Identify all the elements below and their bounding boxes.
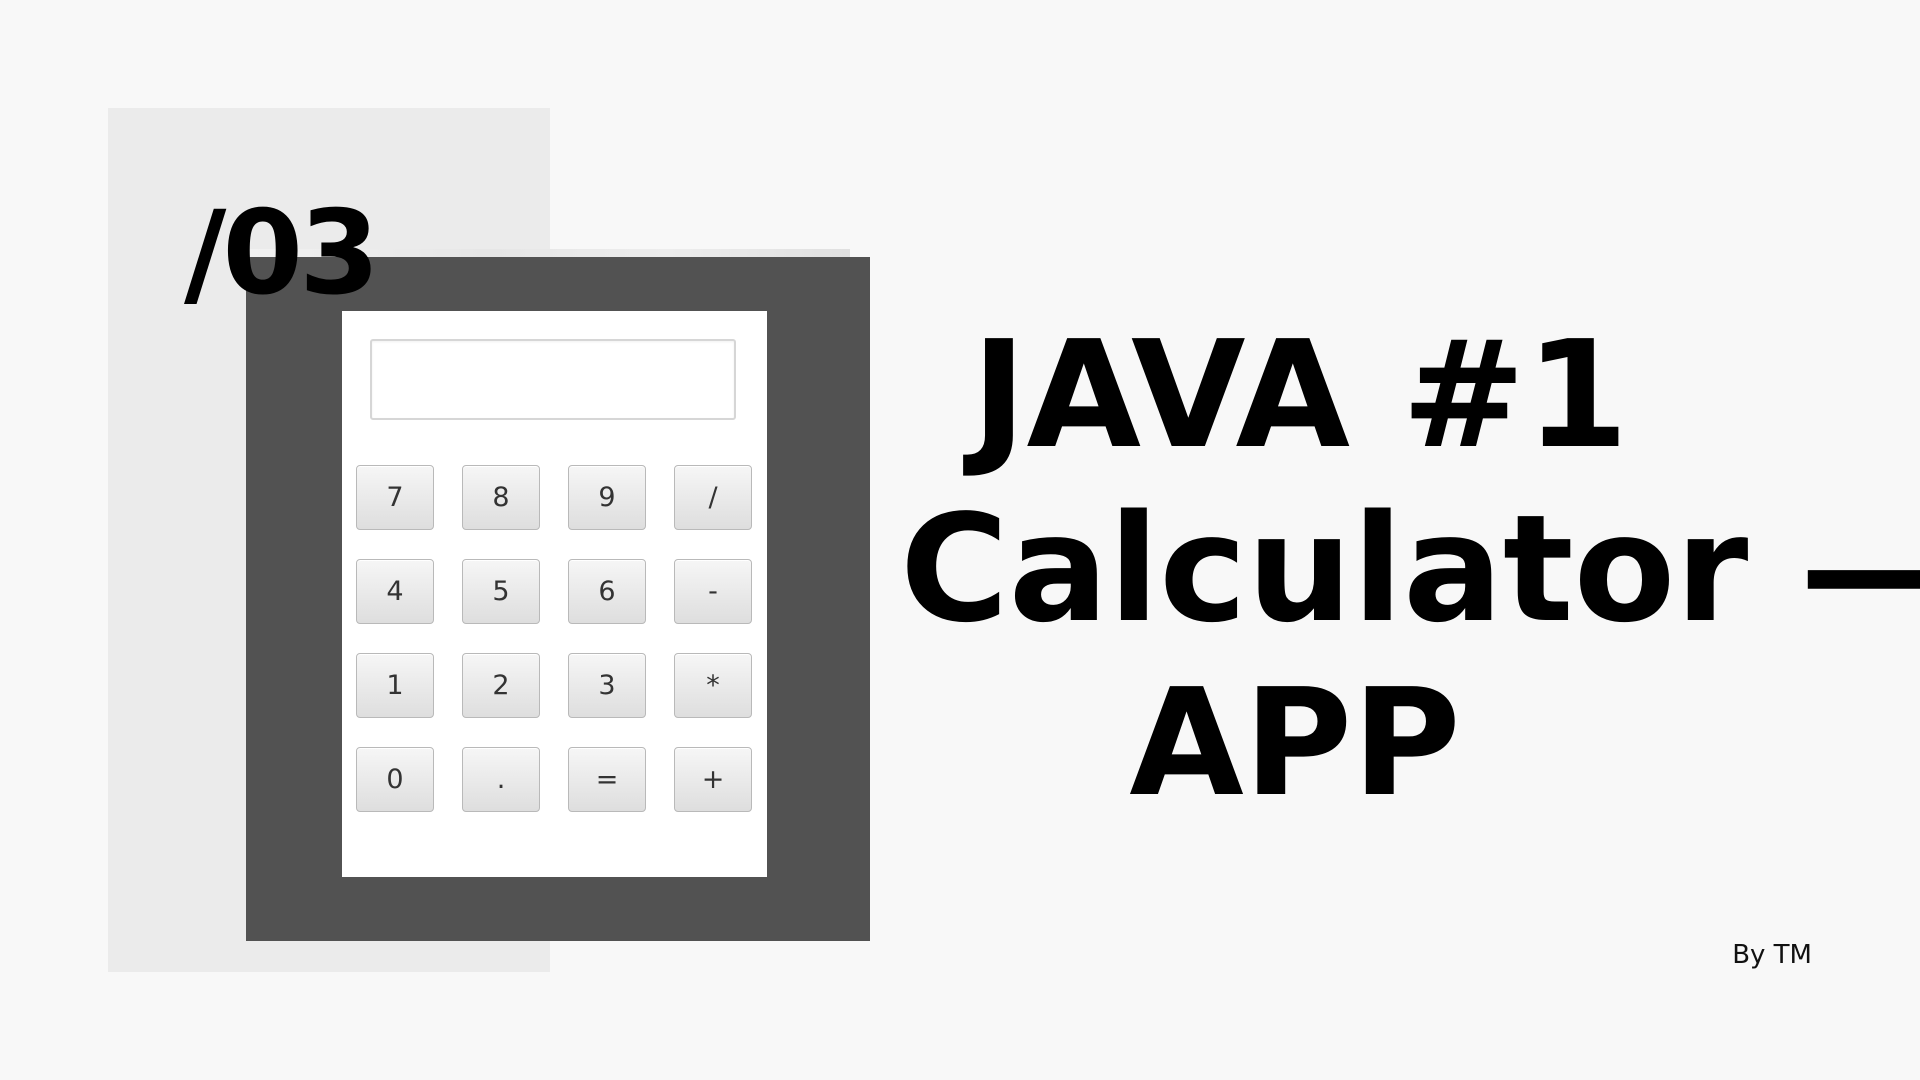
title-line-1: JAVA #1 xyxy=(971,309,1629,481)
key-subtract[interactable]: - xyxy=(674,559,752,624)
key-1[interactable]: 1 xyxy=(356,653,434,718)
calculator-display[interactable] xyxy=(370,339,736,420)
calculator-window: 7 8 9 / 4 5 6 - 1 2 3 * 0 . = + xyxy=(342,311,767,877)
key-8[interactable]: 8 xyxy=(462,465,540,530)
key-6[interactable]: 6 xyxy=(568,559,646,624)
key-4[interactable]: 4 xyxy=(356,559,434,624)
slide-title: JAVA #1 Calculator — APP xyxy=(860,308,1920,830)
calculator-keypad: 7 8 9 / 4 5 6 - 1 2 3 * 0 . = + xyxy=(356,465,753,812)
key-7[interactable]: 7 xyxy=(356,465,434,530)
key-3[interactable]: 3 xyxy=(568,653,646,718)
section-number: /03 xyxy=(184,186,380,321)
key-2[interactable]: 2 xyxy=(462,653,540,718)
title-line-3: APP xyxy=(1129,657,1461,829)
byline: By TM xyxy=(1732,940,1812,970)
key-5[interactable]: 5 xyxy=(462,559,540,624)
title-line-2: Calculator — xyxy=(900,483,1920,655)
key-9[interactable]: 9 xyxy=(568,465,646,530)
key-decimal[interactable]: . xyxy=(462,747,540,812)
key-equals[interactable]: = xyxy=(568,747,646,812)
slide: 7 8 9 / 4 5 6 - 1 2 3 * 0 . = + /03 JAVA… xyxy=(0,0,1920,1080)
key-0[interactable]: 0 xyxy=(356,747,434,812)
